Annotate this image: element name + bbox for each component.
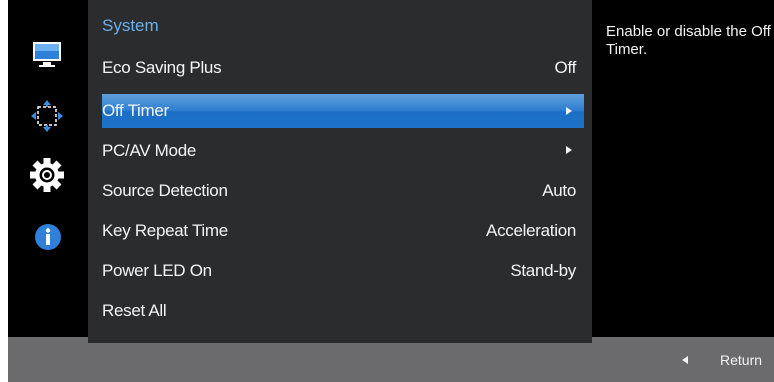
menu-item-label: Key Repeat Time	[102, 221, 228, 240]
menu-item-label: PC/AV Mode	[102, 141, 197, 160]
menu-item-value: Off	[554, 58, 577, 77]
menu-item-label: Power LED On	[102, 261, 212, 280]
menu-item-eco-saving-plus[interactable]: Eco Saving Plus Off	[102, 48, 584, 88]
left-arrow-icon	[682, 356, 688, 365]
menu-item-off-timer[interactable]: Off Timer	[102, 94, 584, 128]
menu-item-source-detection[interactable]: Source Detection Auto	[102, 171, 584, 211]
bottom-bar	[8, 337, 774, 382]
monitor-icon[interactable]	[8, 38, 88, 78]
menu-title: System	[102, 16, 159, 35]
menu-item-power-led-on[interactable]: Power LED On Stand-by	[102, 251, 584, 291]
menu-item-pc-av-mode[interactable]: PC/AV Mode	[102, 131, 584, 171]
menu-item-label: Source Detection	[102, 181, 228, 200]
info-icon[interactable]	[8, 218, 88, 258]
help-text: Enable or disable the Off Timer.	[606, 23, 771, 58]
submenu-arrow-icon	[566, 107, 572, 115]
menu-item-value: Stand-by	[510, 261, 576, 280]
menu-item-value: Acceleration	[486, 221, 576, 240]
system-menu-panel: System Eco Saving Plus Off Off Timer PC/…	[88, 0, 592, 343]
return-label: Return	[720, 352, 763, 368]
gear-icon[interactable]	[8, 156, 88, 196]
menu-item-label: Reset All	[102, 301, 167, 320]
menu-item-key-repeat-time[interactable]: Key Repeat Time Acceleration	[102, 211, 584, 251]
menu-item-value: Auto	[542, 181, 576, 200]
return-button[interactable]: Return	[682, 352, 762, 368]
menu-item-label: Off Timer	[102, 101, 169, 120]
menu-item-label: Eco Saving Plus	[102, 58, 222, 77]
sidebar	[8, 0, 88, 337]
menu-item-reset-all[interactable]: Reset All	[102, 291, 584, 331]
menu-list: Eco Saving Plus Off Off Timer PC/AV Mode…	[102, 48, 584, 331]
submenu-arrow-icon	[566, 146, 572, 154]
screen-adjust-icon[interactable]	[8, 98, 88, 138]
